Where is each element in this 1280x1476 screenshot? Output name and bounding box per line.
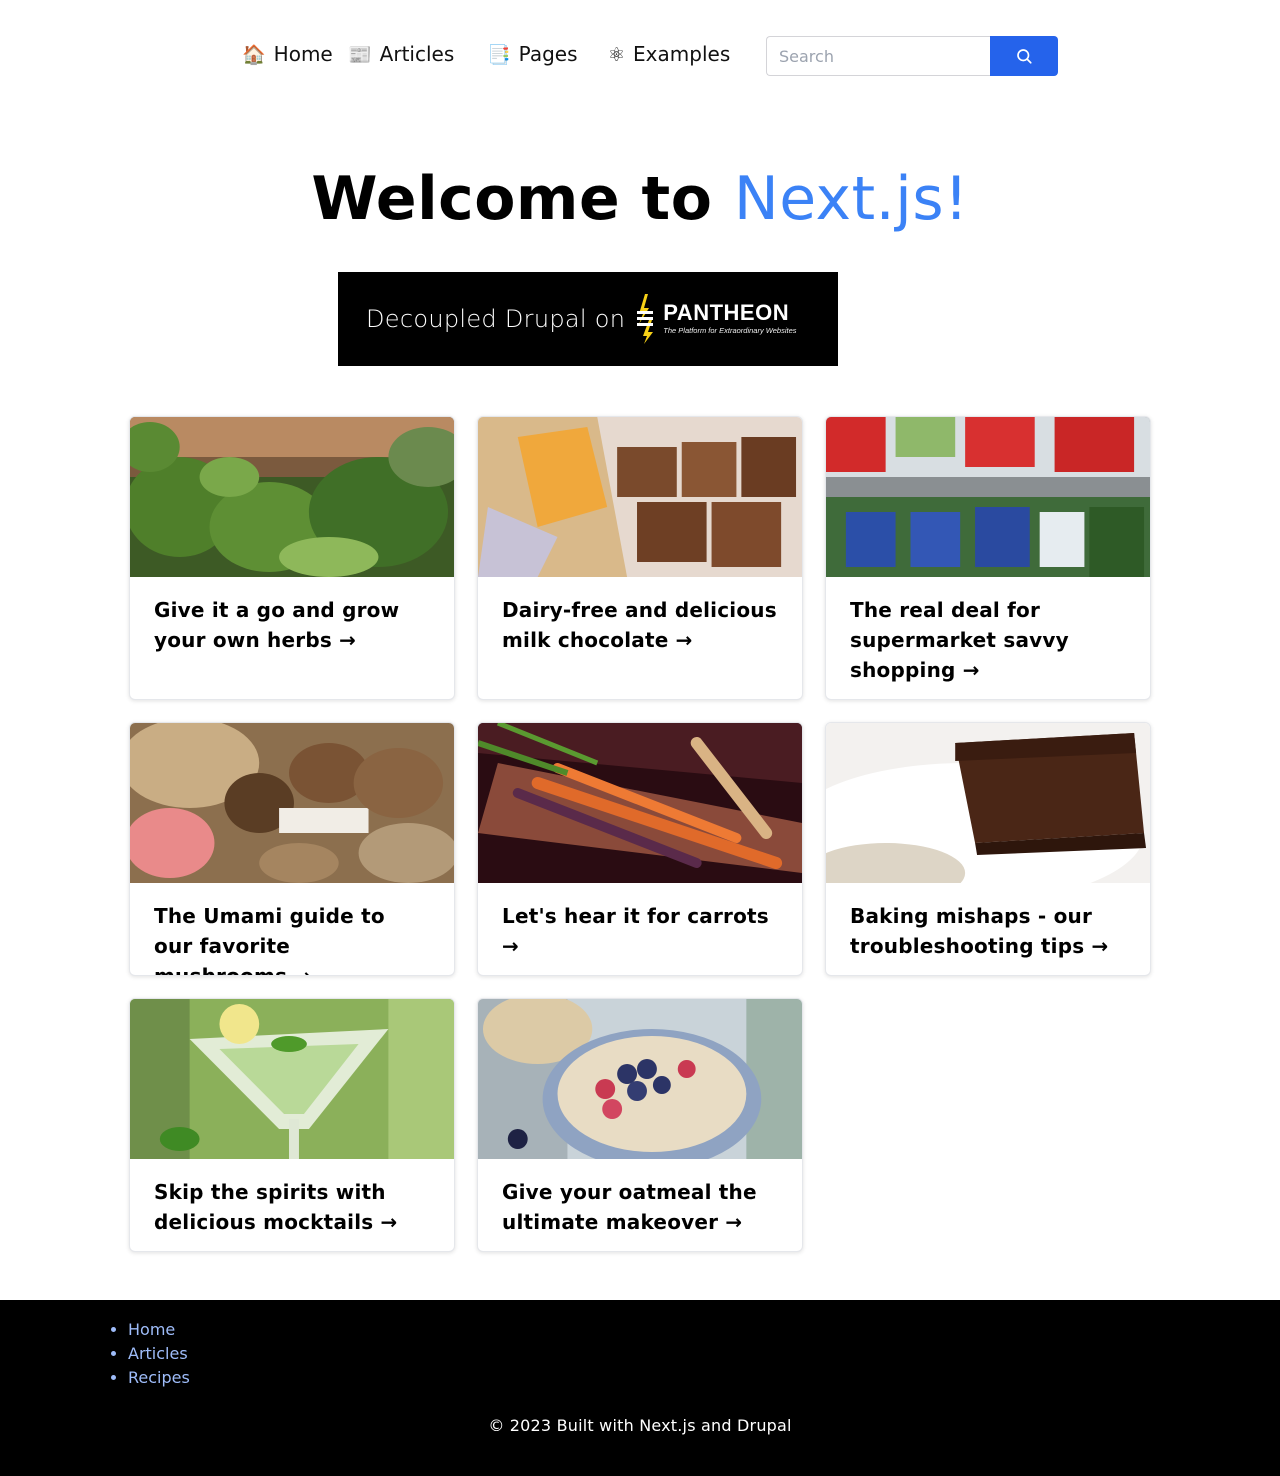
hero: Welcome to Next.js! bbox=[0, 110, 1280, 272]
copyright: © 2023 Built with Next.js and Drupal bbox=[488, 1416, 792, 1435]
page-title: Welcome to Next.js! bbox=[0, 164, 1280, 234]
footer-link-item: Recipes bbox=[128, 1366, 1280, 1390]
nav-examples-label: Examples bbox=[633, 42, 731, 66]
article-title: The Umami guide to our favorite mushroom… bbox=[154, 904, 385, 976]
oatmeal-photo bbox=[478, 999, 802, 1159]
mocktail-photo bbox=[130, 999, 454, 1159]
article-title: Let's hear it for carrots → bbox=[502, 904, 769, 958]
search-input[interactable] bbox=[766, 36, 990, 76]
article-card[interactable]: Baking mishaps - our troubleshooting tip… bbox=[825, 722, 1151, 976]
pantheon-wordmark: PANTHEON bbox=[663, 300, 790, 325]
nav-home-link[interactable]: 🏠 Home bbox=[242, 40, 333, 69]
footer-link-item: Articles bbox=[128, 1342, 1280, 1366]
supermarket-photo bbox=[826, 417, 1150, 577]
title-accent: Next.js! bbox=[733, 164, 969, 234]
search-form bbox=[766, 36, 1058, 76]
footer-link-articles[interactable]: Articles bbox=[128, 1344, 188, 1363]
article-card[interactable]: Give your oatmeal the ultimate makeover … bbox=[477, 998, 803, 1252]
nav-home-label: Home bbox=[273, 42, 333, 66]
article-card[interactable]: Skip the spirits with delicious mocktail… bbox=[129, 998, 455, 1252]
bookmark-tabs-icon: 📑 bbox=[487, 44, 511, 66]
banner-text: Decoupled Drupal on bbox=[366, 305, 626, 333]
pantheon-logo: PANTHEON The Platform for Extraordinary … bbox=[635, 294, 797, 344]
article-card[interactable]: The Umami guide to our favorite mushroom… bbox=[129, 722, 455, 976]
chocolate-photo bbox=[478, 417, 802, 577]
search-icon bbox=[1017, 49, 1032, 64]
brownie-photo bbox=[826, 723, 1150, 883]
search-button[interactable] bbox=[990, 36, 1058, 76]
article-card[interactable]: Dairy-free and delicious milk chocolate … bbox=[477, 416, 803, 700]
mushrooms-photo bbox=[130, 723, 454, 883]
article-title: Give it a go and grow your own herbs → bbox=[154, 598, 400, 652]
article-title: The real deal for supermarket savvy shop… bbox=[850, 598, 1069, 682]
pantheon-tagline: The Platform for Extraordinary Websites bbox=[663, 326, 797, 335]
nav-articles-label: Articles bbox=[379, 42, 455, 66]
article-card[interactable]: Give it a go and grow your own herbs → bbox=[129, 416, 455, 700]
article-card[interactable]: The real deal for supermarket savvy shop… bbox=[825, 416, 1151, 700]
footer-link-home[interactable]: Home bbox=[128, 1320, 175, 1339]
article-title: Baking mishaps - our troubleshooting tip… bbox=[850, 904, 1109, 958]
article-title: Dairy-free and delicious milk chocolate … bbox=[502, 598, 777, 652]
article-title: Give your oatmeal the ultimate makeover … bbox=[502, 1180, 757, 1234]
house-icon: 🏠 bbox=[242, 44, 266, 66]
article-title: Skip the spirits with delicious mocktail… bbox=[154, 1180, 398, 1234]
nav-articles-link[interactable]: 📰 Articles bbox=[348, 40, 454, 69]
nav-examples-link[interactable]: ⚛ Examples bbox=[608, 40, 730, 69]
title-prefix: Welcome to bbox=[311, 164, 713, 234]
newspaper-icon: 📰 bbox=[348, 44, 372, 66]
article-grid: Give it a go and grow your own herbs → D… bbox=[0, 416, 1280, 1300]
footer-links: Home Articles Recipes bbox=[0, 1318, 1280, 1390]
site-footer: Home Articles Recipes © 2023 Built with … bbox=[0, 1300, 1280, 1476]
pantheon-banner: Decoupled Drupal on PANTHEON The Platfor… bbox=[338, 272, 838, 366]
nav-pages-link[interactable]: 📑 Pages bbox=[487, 40, 578, 69]
footer-link-item: Home bbox=[128, 1318, 1280, 1342]
nav-pages-label: Pages bbox=[518, 42, 578, 66]
footer-link-recipes[interactable]: Recipes bbox=[128, 1368, 190, 1387]
atom-icon: ⚛ bbox=[608, 44, 626, 66]
herbs-photo bbox=[130, 417, 454, 577]
top-nav: 🏠 Home 📰 Articles 📑 Pages ⚛ Examples bbox=[0, 0, 1280, 110]
pantheon-bolt-icon bbox=[637, 294, 654, 344]
article-card[interactable]: Let's hear it for carrots → bbox=[477, 722, 803, 976]
carrots-photo bbox=[478, 723, 802, 883]
